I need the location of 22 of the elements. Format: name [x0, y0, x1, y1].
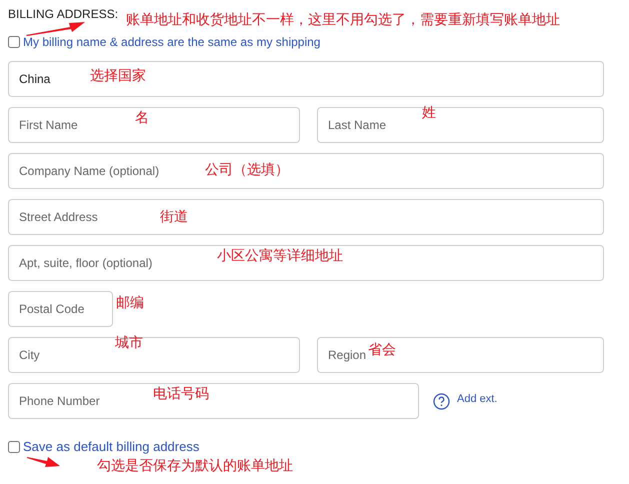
- annotation-note: 省会: [368, 341, 396, 359]
- checkbox-label: My billing name & address are the same as my shipping: [23, 35, 320, 49]
- section-heading: BILLING ADDRESS:: [8, 7, 118, 21]
- save-default-checkbox[interactable]: [8, 440, 20, 452]
- annotation-note: 小区公寓等详细地址: [217, 247, 343, 265]
- annotation-note: 电话号码: [153, 385, 209, 403]
- annotation-note: 名: [135, 109, 149, 127]
- annotation-note: 选择国家: [90, 67, 146, 85]
- annotation-note: 姓: [422, 104, 436, 122]
- checkbox-label: Save as default billing address: [23, 439, 200, 454]
- input-field[interactable]: Postal Code: [8, 291, 113, 327]
- annotation-note: 账单地址和收货地址不一样，这里不用勾选了，需要重新填写账单地址: [126, 11, 560, 29]
- help-icon[interactable]: [433, 392, 450, 410]
- annotation-note: 勾选是否保存为默认的账单地址: [97, 457, 294, 475]
- arrow-icon: [26, 20, 86, 36]
- arrow-icon: [27, 456, 61, 468]
- same-as-shipping-checkbox[interactable]: [8, 36, 20, 48]
- annotation-note: 街道: [160, 208, 188, 226]
- annotation-note: 城市: [115, 334, 143, 352]
- add-extension-link[interactable]: Add ext.: [457, 393, 498, 405]
- annotation-note: 公司（选填）: [205, 161, 289, 179]
- annotation-note: 邮编: [116, 294, 144, 312]
